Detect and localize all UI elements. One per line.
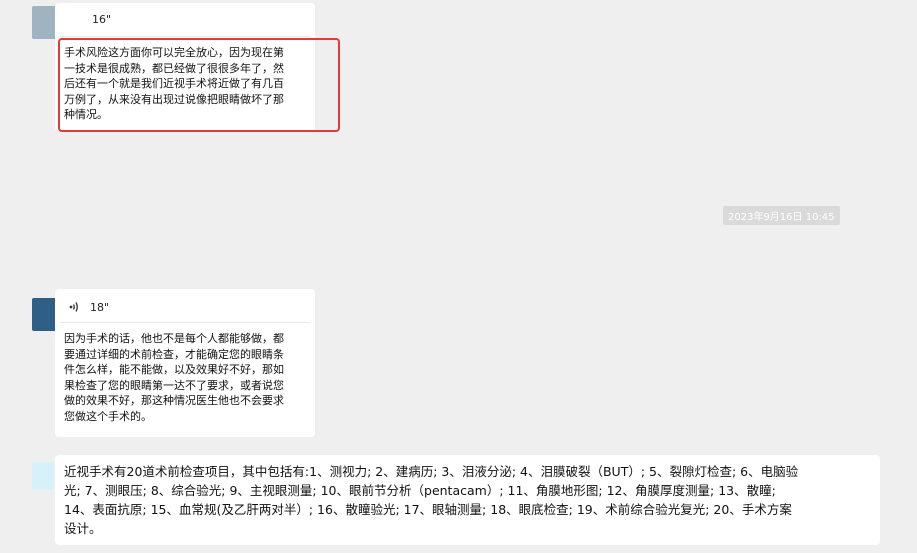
bubble-divider: [60, 36, 310, 37]
voice-message-duration-row: 16": [92, 13, 111, 26]
voice-duration: 18": [90, 300, 110, 314]
message-timestamp: 2023年9月16日 10:45: [723, 206, 840, 225]
sender-avatar[interactable]: [32, 462, 54, 490]
bubble-divider: [60, 322, 310, 323]
highlight-box: [58, 38, 340, 132]
voice-message-duration-row[interactable]: 18": [68, 300, 109, 314]
voice-duration: 16": [92, 13, 112, 26]
text-message-content: 近视手术有20道术前检查项目，其中包括有:1、测视力; 2、建病历; 3、泪液分…: [64, 464, 799, 536]
voice-transcript-text: 因为手术的话，他也不是每个人都能够做，都 要通过详细的术前检查，才能确定您的眼睛…: [64, 332, 284, 423]
voice-wave-icon: [69, 302, 78, 312]
